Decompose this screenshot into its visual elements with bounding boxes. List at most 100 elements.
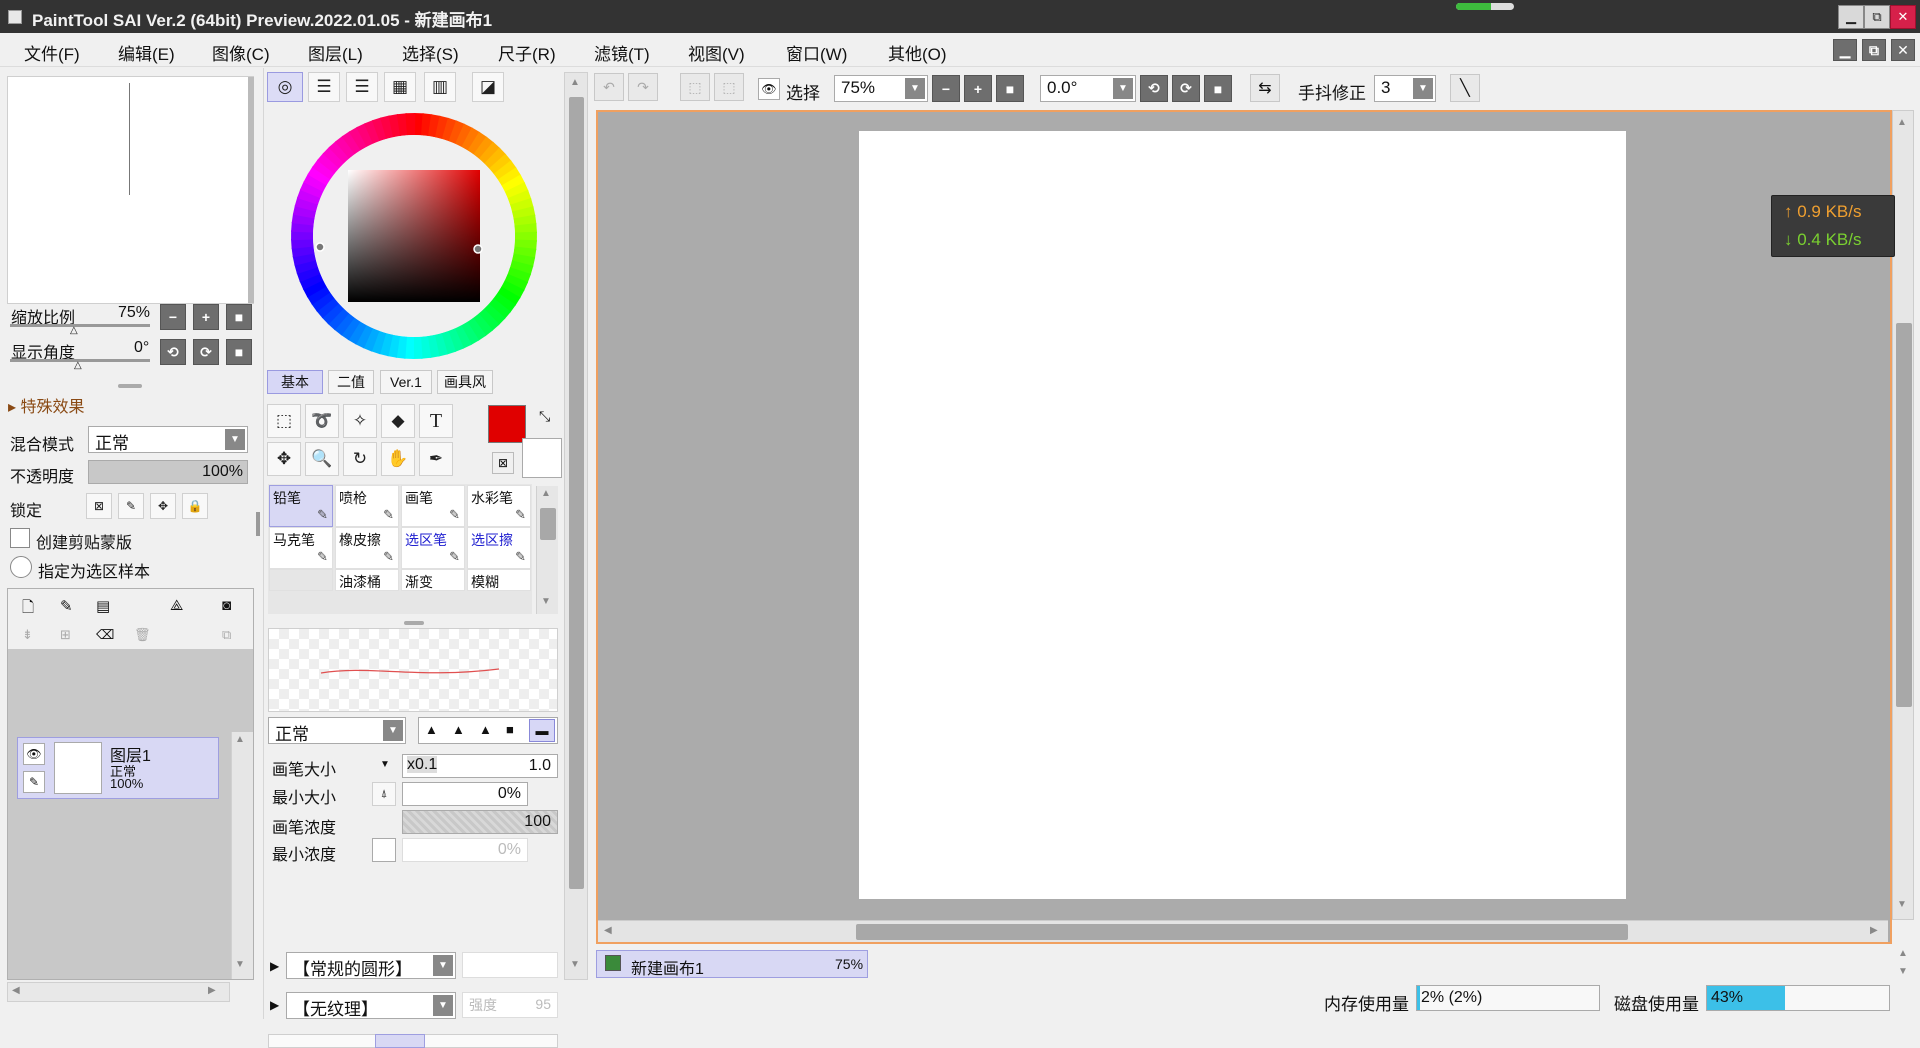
lock-transparency-icon[interactable]: ⊠ — [86, 493, 112, 519]
texture-strength-field[interactable]: 强度 95 — [462, 992, 558, 1018]
brush-texture-select[interactable]: 【无纹理】 ▼ — [286, 992, 456, 1019]
lock-move-icon[interactable]: ✥ — [150, 493, 176, 519]
color-wheel-tab-icon[interactable]: ◎ — [267, 72, 303, 102]
min-density-field[interactable]: 0% — [402, 838, 528, 862]
scroll-right-icon[interactable]: ▶ — [1870, 925, 1878, 936]
hand-icon[interactable]: ✋ — [381, 442, 415, 476]
rotate-tool-icon[interactable]: ↻ — [343, 442, 377, 476]
menu-file[interactable]: 文件(F) — [24, 40, 80, 65]
tool-panel-scrollbar[interactable]: ▲ ▼ — [564, 72, 588, 980]
zoom-in-button[interactable]: + — [193, 304, 219, 330]
mixer-tab-icon[interactable]: ▥ — [424, 72, 456, 102]
menu-view[interactable]: 视图(V) — [688, 40, 745, 65]
tab-basic[interactable]: 基本 — [267, 370, 323, 394]
canvas-vscrollbar[interactable]: ▲ ▼ — [1892, 110, 1914, 920]
angle-slider-handle[interactable]: △ — [74, 360, 82, 371]
rgb-slider-tab-icon[interactable]: ☰ — [308, 72, 340, 102]
tip-shape-1-icon[interactable]: ▲ — [425, 722, 438, 737]
brush-slot[interactable]: 模糊 — [467, 569, 531, 591]
brush-slot[interactable]: 铅笔 ✎ — [269, 485, 333, 527]
brush-slot[interactable]: 马克笔 ✎ — [269, 527, 333, 569]
menu-other[interactable]: 其他(O) — [888, 40, 947, 65]
brush-splitter[interactable] — [404, 621, 424, 625]
hue-marker[interactable] — [315, 242, 325, 252]
brush-slot[interactable]: 选区笔 ✎ — [401, 527, 465, 569]
brush-size-field[interactable]: x0.1 1.0 — [402, 754, 558, 778]
tab-scroll-down-icon[interactable]: ▼ — [1898, 966, 1908, 977]
size-menu-icon[interactable]: ▼ — [380, 759, 390, 770]
invert-selection-icon[interactable]: ⬚ — [714, 73, 744, 101]
scroll-down-icon[interactable]: ▼ — [1897, 899, 1907, 910]
scroll-up-icon[interactable]: ▲ — [541, 488, 551, 499]
new-linework-layer-icon[interactable]: ✎ — [60, 597, 73, 615]
primary-color-swatch[interactable] — [488, 405, 526, 443]
panel-splitter[interactable] — [118, 384, 142, 388]
tip-shape-4-icon[interactable]: ■ — [506, 722, 514, 737]
brush-slot[interactable]: 水彩笔 ✎ — [467, 485, 531, 527]
scroll-up-icon[interactable]: ▲ — [1897, 117, 1907, 128]
zoom-reset-button[interactable]: ■ — [226, 304, 252, 330]
toolbar-rotate-reset-button[interactable]: ■ — [1204, 75, 1232, 102]
texture-expander-icon[interactable]: ▶ — [270, 998, 279, 1012]
left-hscroll[interactable]: ◀ ▶ — [7, 982, 230, 1002]
menu-edit[interactable]: 编辑(E) — [118, 40, 175, 65]
clip-checkbox[interactable] — [10, 528, 30, 548]
secondary-color-swatch[interactable] — [522, 438, 562, 478]
new-layer-icon[interactable]: 🗋 — [22, 597, 34, 622]
brush-scroll-thumb[interactable] — [540, 508, 556, 540]
canvas-tab[interactable]: 新建画布1 75% — [596, 950, 868, 978]
eyedropper-icon[interactable]: ✒ — [419, 442, 453, 476]
tab-binary[interactable]: 二值 — [328, 370, 374, 394]
toolbar-zoom-select[interactable]: 75% ▼ — [834, 75, 928, 102]
brush-slot[interactable]: 油漆桶 — [335, 569, 399, 591]
undo-icon[interactable]: ↶ — [594, 73, 624, 101]
layer-scrollbar[interactable]: ▲ ▼ — [231, 732, 253, 979]
minimize-button[interactable]: ▁ — [1838, 5, 1864, 29]
pressure-size-icon[interactable]: ⍋ — [372, 782, 396, 806]
toolbar-zoom-in-button[interactable]: + — [964, 75, 992, 102]
deselect-icon[interactable]: ⬚ — [680, 73, 710, 101]
brush-slot[interactable]: 喷枪 ✎ — [335, 485, 399, 527]
min-size-field[interactable]: 0% — [402, 782, 528, 806]
toolbar-zoom-out-button[interactable]: − — [932, 75, 960, 102]
scroll-left-icon[interactable]: ◀ — [12, 985, 20, 996]
lock-paint-icon[interactable]: ✎ — [118, 493, 144, 519]
canvas-vscroll-thumb[interactable] — [1896, 323, 1912, 707]
left-panel-grip[interactable] — [256, 512, 260, 536]
canvas-view[interactable]: ◀ ▶ — [596, 110, 1892, 944]
menu-window[interactable]: 窗口(W) — [786, 40, 847, 65]
delete-layer-icon[interactable]: 🗑 — [134, 627, 151, 643]
shape-expander-icon[interactable]: ▶ — [270, 959, 279, 973]
visibility-eye-icon[interactable]: 👁 — [23, 743, 45, 765]
new-folder-icon[interactable]: ▤ — [96, 597, 110, 615]
zoom-out-button[interactable]: − — [160, 304, 186, 330]
stabilizer-select[interactable]: 3 ▼ — [1374, 75, 1436, 102]
pressure-density-checkbox[interactable] — [372, 838, 396, 862]
tip-shape-5-icon[interactable]: ▬ — [529, 719, 555, 742]
scroll-right-icon[interactable]: ▶ — [208, 985, 216, 996]
opacity-slider[interactable]: 100% — [88, 460, 248, 484]
maximize-button[interactable]: ⧉ — [1864, 5, 1890, 29]
navigator-preview[interactable] — [7, 76, 254, 304]
text-tool-icon[interactable]: T — [419, 404, 453, 438]
doc-restore-button[interactable]: ⧉ — [1862, 39, 1886, 61]
zoom-tool-icon[interactable]: 🔍 — [305, 442, 339, 476]
toolbar-rotate-right-button[interactable]: ⟳ — [1172, 75, 1200, 102]
tool-panel-scroll-thumb[interactable] — [569, 97, 584, 889]
hsv-slider-tab-icon[interactable]: ☰ — [346, 72, 378, 102]
sv-marker[interactable] — [473, 244, 483, 254]
toolbar-rotate-left-button[interactable]: ⟲ — [1140, 75, 1168, 102]
brush-slot[interactable]: 橡皮擦 ✎ — [335, 527, 399, 569]
merge-visible-icon[interactable]: ⧉ — [222, 627, 231, 643]
layer-item[interactable]: 👁 ✎ 图层1 正常 100% — [17, 737, 219, 799]
brush-shape-select[interactable]: 【常规的圆形】 ▼ — [286, 952, 456, 979]
menu-layer[interactable]: 图层(L) — [308, 40, 363, 65]
brush-slot[interactable]: 渐变 — [401, 569, 465, 591]
effects-expander[interactable]: ▸ 特殊效果 — [8, 393, 85, 417]
doc-minimize-button[interactable]: ▁ — [1833, 39, 1857, 61]
straight-line-icon[interactable]: ╲ — [1450, 74, 1480, 102]
swap-colors-icon[interactable]: ⤡ — [539, 408, 550, 425]
canvas-hscroll-thumb[interactable] — [856, 924, 1628, 940]
scroll-up-icon[interactable]: ▲ — [235, 734, 245, 745]
tab-ver1[interactable]: Ver.1 — [380, 370, 432, 394]
